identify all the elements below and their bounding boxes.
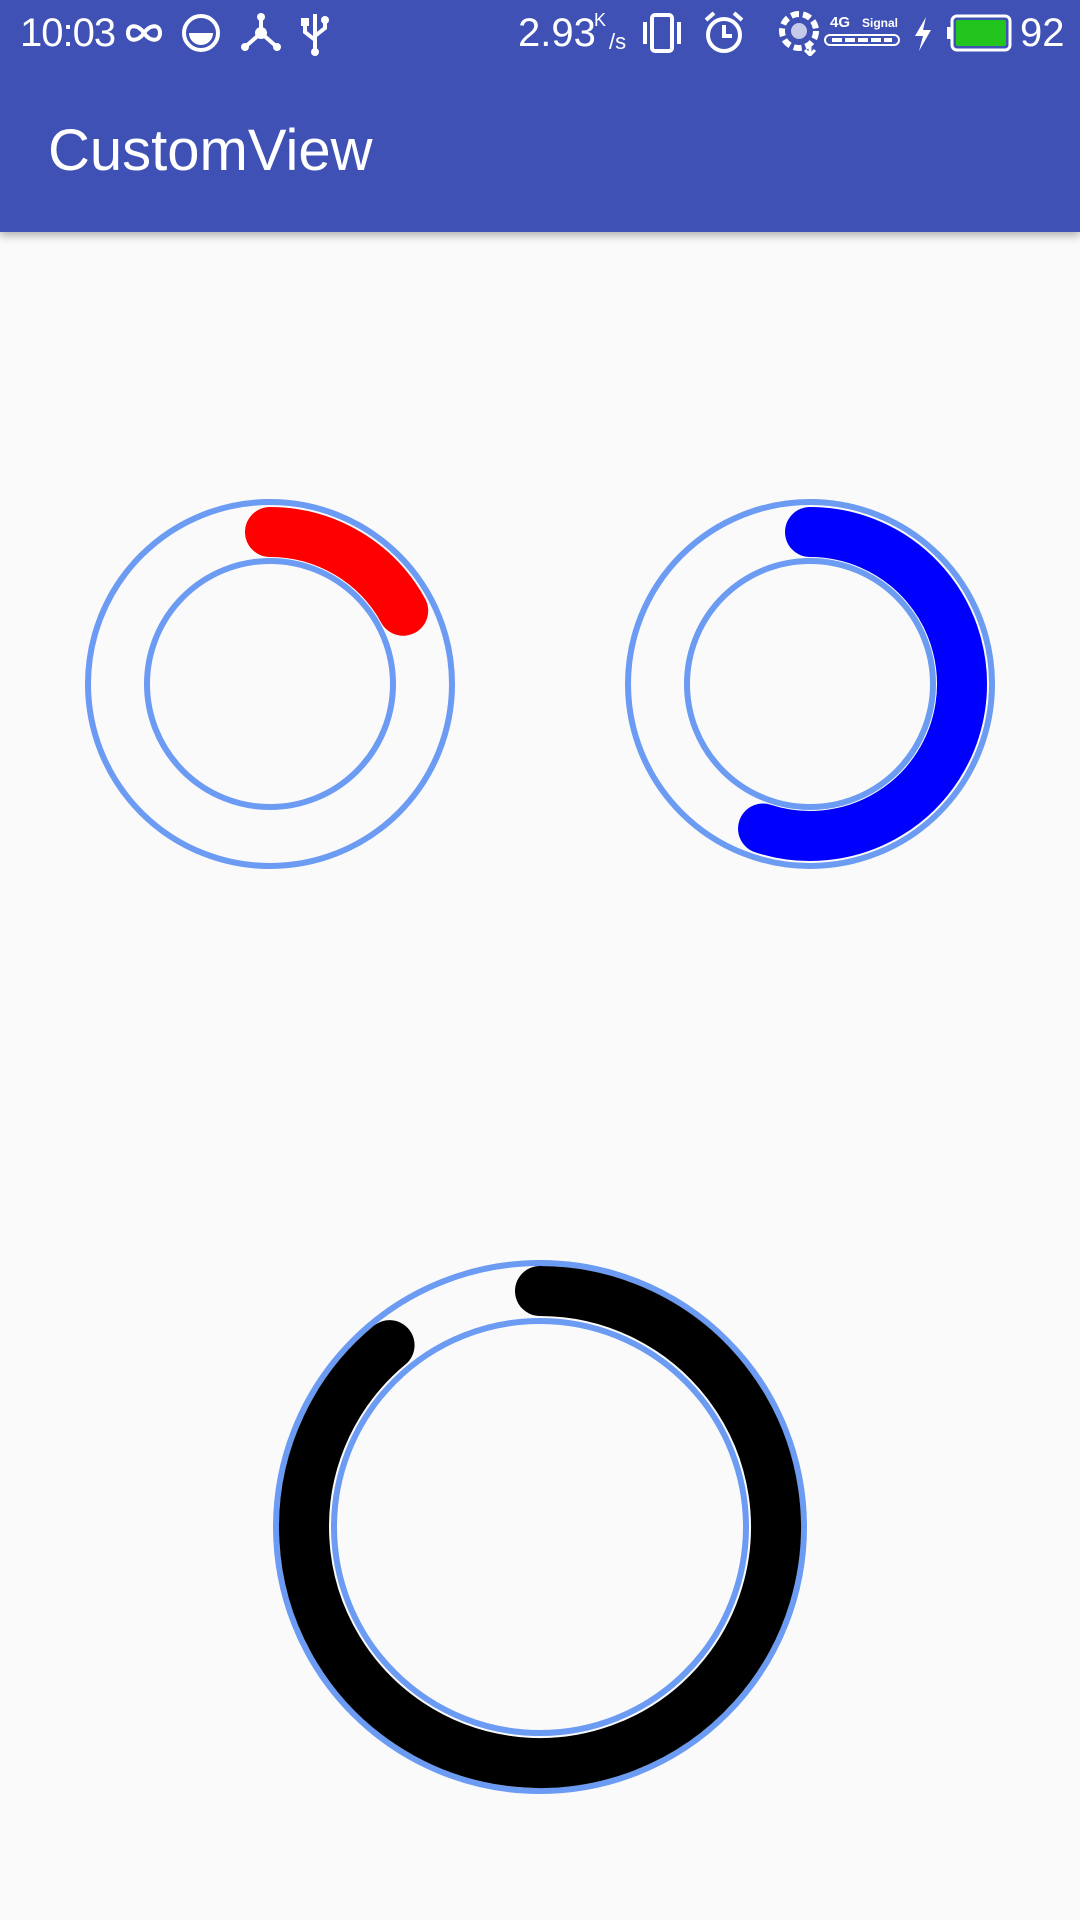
- ring-black-progress-arc: [279, 1266, 801, 1788]
- ring-red-inner-circle: [144, 558, 396, 810]
- data-saver-icon: [182, 14, 220, 52]
- rings-canvas: [85, 499, 995, 1794]
- content-area: [0, 232, 1080, 1920]
- network-type: 4G: [830, 14, 851, 31]
- signal-icon: [824, 34, 900, 46]
- hotspot-icon: [241, 13, 281, 51]
- net-speed-value: 2.93: [518, 11, 596, 55]
- signal-label: Signal: [862, 16, 899, 30]
- ring-blue: [625, 499, 995, 869]
- status-bar: 10:03 2.93 K /s 4G Signal 92: [0, 0, 1080, 66]
- battery-percent: 92: [1020, 11, 1065, 55]
- app-title: CustomView: [48, 118, 373, 183]
- status-time: 10:03: [20, 11, 116, 55]
- ring-blue-inner-circle: [684, 558, 936, 810]
- net-speed-unit-top: K: [594, 10, 607, 30]
- ring-black-outer-circle: [273, 1260, 807, 1794]
- vibrate-icon: [643, 13, 681, 53]
- ring-black: [273, 1260, 807, 1794]
- wifi-icon: [779, 11, 819, 56]
- alarm-icon: [704, 11, 744, 53]
- infinity-icon: [125, 24, 163, 42]
- usb-icon: [301, 14, 329, 56]
- battery-icon: [947, 14, 1012, 52]
- net-speed-unit-bottom: /s: [609, 29, 627, 54]
- ring-red: [85, 499, 455, 869]
- app-bar: 10:03 2.93 K /s 4G Signal 92 CustomView: [0, 0, 1080, 232]
- ring-black-inner-circle: [331, 1318, 749, 1736]
- charging-icon: [915, 17, 931, 51]
